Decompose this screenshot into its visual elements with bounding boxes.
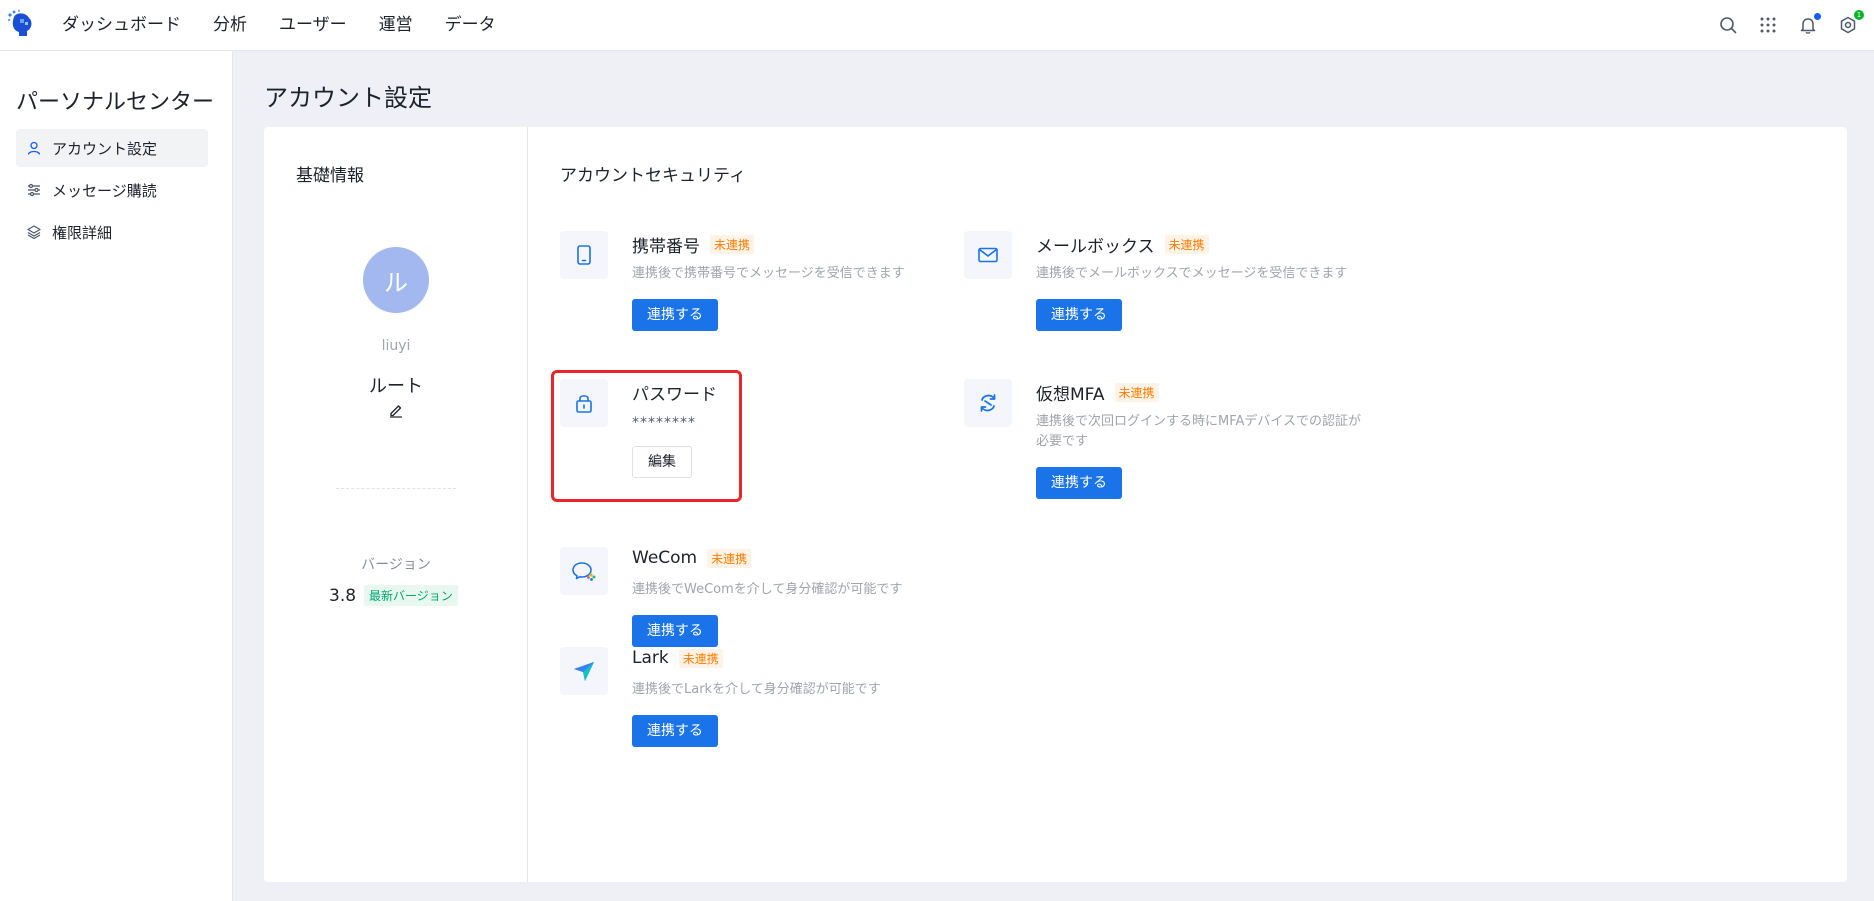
search-icon[interactable] <box>1718 15 1738 35</box>
bell-icon[interactable] <box>1798 13 1821 35</box>
version-label: バージョン <box>361 557 431 573</box>
settings-card: 基礎情報 ル liuyi ルート バージョン 3.8 最新バージョン アカウント… <box>264 127 1847 882</box>
settings-icon[interactable]: 1 <box>1838 10 1864 35</box>
page-title: アカウント設定 <box>264 84 432 112</box>
layers-icon <box>26 224 42 240</box>
unlinked-badge: 未連携 <box>710 235 755 254</box>
link-phone-button[interactable]: 連携する <box>632 299 718 331</box>
top-actions: 1 <box>1718 0 1864 50</box>
sidebar-item-label: 権限詳細 <box>52 223 113 242</box>
item-title: 携帯番号 <box>632 237 700 257</box>
version-row: 3.8 最新バージョン <box>329 585 458 606</box>
sidebar: パーソナルセンター アカウント設定 メッセージ購読 権限詳細 <box>0 51 233 901</box>
security-item-lark: Lark 未連携 連携後でLarkを介して身分確認が可能です 連携する <box>560 647 960 747</box>
sidebar-title: パーソナルセンター <box>16 90 215 115</box>
item-title: Lark <box>632 648 669 668</box>
phone-icon <box>560 231 608 279</box>
main-nav: ダッシュボード 分析 ユーザー 運営 データ <box>46 0 512 50</box>
security-item-virtual-mfa: 仮想MFA 未連携 連携後で次回ログインする時にMFAデバイスでの認証が 必要で… <box>964 379 1384 499</box>
item-title: 仮想MFA <box>1036 385 1105 405</box>
item-title: パスワード <box>632 385 717 405</box>
mail-icon <box>964 231 1012 279</box>
account-security-panel: アカウントセキュリティ 携帯番号 未連携 連携後で携帯番号でメッセージを受信でき… <box>528 127 1847 882</box>
nav-operations[interactable]: 運営 <box>363 0 429 50</box>
nav-data[interactable]: データ <box>429 0 512 50</box>
avatar: ル <box>363 247 429 313</box>
security-item-phone: 携帯番号 未連携 連携後で携帯番号でメッセージを受信できます 連携する <box>560 231 910 341</box>
sidebar-menu: アカウント設定 メッセージ購読 権限詳細 <box>16 129 208 255</box>
item-title: WeCom <box>632 548 698 568</box>
basic-info-panel: 基礎情報 ル liuyi ルート バージョン 3.8 最新バージョン <box>264 127 528 882</box>
item-title: メールボックス <box>1036 237 1155 257</box>
sidebar-item-account-settings[interactable]: アカウント設定 <box>16 129 208 167</box>
latest-version-badge: 最新バージョン <box>364 585 458 606</box>
sidebar-item-label: メッセージ購読 <box>52 181 157 200</box>
lock-icon <box>560 379 608 427</box>
item-description: 連携後で携帯番号でメッセージを受信できます <box>632 266 905 281</box>
notification-dot <box>1814 13 1821 20</box>
link-mfa-button[interactable]: 連携する <box>1036 467 1122 499</box>
edit-pencil-icon[interactable] <box>388 402 404 418</box>
password-mask: ******** <box>632 415 696 431</box>
settings-badge: 1 <box>1854 10 1864 20</box>
app-logo-icon[interactable] <box>6 9 36 39</box>
sidebar-item-message-subscription[interactable]: メッセージ購読 <box>16 171 208 209</box>
security-item-password: パスワード ******** 編集 <box>551 370 742 502</box>
username: liuyi <box>381 338 411 354</box>
nav-users[interactable]: ユーザー <box>263 0 363 50</box>
sidebar-item-label: アカウント設定 <box>52 139 158 158</box>
item-description: 連携後でLarkを介して身分確認が可能です <box>632 682 881 697</box>
item-description-line-2: 必要です <box>1036 434 1089 449</box>
user-role: ルート <box>369 376 423 397</box>
unlinked-badge: 未連携 <box>678 648 723 668</box>
divider <box>336 488 456 489</box>
nav-dashboard[interactable]: ダッシュボード <box>46 0 197 50</box>
top-navbar: ダッシュボード 分析 ユーザー 運営 データ 1 <box>0 0 1874 51</box>
sidebar-item-permission-details[interactable]: 権限詳細 <box>16 213 208 251</box>
apps-grid-icon[interactable] <box>1758 15 1778 35</box>
version-number: 3.8 <box>329 585 357 606</box>
lark-icon <box>560 647 608 695</box>
link-mailbox-button[interactable]: 連携する <box>1036 299 1122 331</box>
security-item-wecom: WeCom 未連携 連携後でWeComを介して身分確認が可能です 連携する <box>560 547 960 647</box>
basic-info-title: 基礎情報 <box>296 166 364 186</box>
item-description: 連携後でメールボックスでメッセージを受信できます <box>1036 266 1348 281</box>
mfa-sync-icon <box>964 379 1012 427</box>
account-security-title: アカウントセキュリティ <box>560 166 746 186</box>
nav-analysis[interactable]: 分析 <box>197 0 263 50</box>
edit-password-button[interactable]: 編集 <box>632 446 692 478</box>
unlinked-badge: 未連携 <box>1164 235 1209 254</box>
unlinked-badge: 未連携 <box>707 548 752 568</box>
wecom-icon <box>560 547 608 595</box>
unlinked-badge: 未連携 <box>1114 383 1159 402</box>
user-icon <box>26 140 42 156</box>
link-lark-button[interactable]: 連携する <box>632 715 718 747</box>
link-wecom-button[interactable]: 連携する <box>632 615 718 647</box>
security-item-mailbox: メールボックス 未連携 連携後でメールボックスでメッセージを受信できます 連携す… <box>964 231 1364 341</box>
sliders-icon <box>26 182 42 198</box>
item-description-line-1: 連携後で次回ログインする時にMFAデバイスでの認証が <box>1036 414 1362 429</box>
item-description: 連携後でWeComを介して身分確認が可能です <box>632 582 903 597</box>
